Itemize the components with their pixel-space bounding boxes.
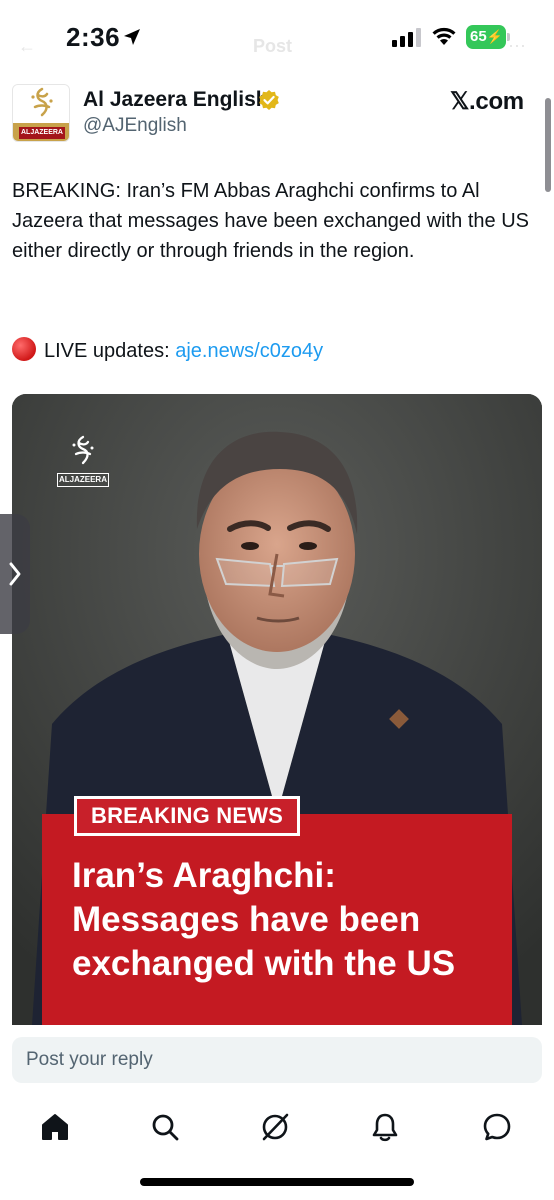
location-arrow-icon bbox=[124, 29, 140, 45]
source-label[interactable]: 𝕏.com bbox=[450, 87, 524, 116]
home-icon[interactable] bbox=[40, 1112, 70, 1142]
tweet-media-image[interactable]: ALJAZEERA BREAKING NEWS Iran’s Araghchi:… bbox=[12, 394, 542, 1025]
tweet-text: BREAKING: Iran’s FM Abbas Araghchi confi… bbox=[12, 180, 529, 262]
home-indicator[interactable] bbox=[140, 1178, 414, 1186]
ghost-back-icon[interactable]: ← bbox=[18, 36, 36, 57]
live-updates-label: LIVE updates: bbox=[44, 340, 170, 362]
battery-indicator: 65⚡ bbox=[466, 25, 510, 49]
ghost-more-icon[interactable]: ⋯ bbox=[508, 36, 526, 57]
battery-level: 65 bbox=[470, 28, 487, 45]
notifications-icon[interactable] bbox=[370, 1112, 400, 1142]
aljazeera-watermark-logo: ALJAZEERA bbox=[57, 434, 109, 487]
watermark-label: ALJAZEERA bbox=[57, 473, 109, 487]
ghost-page-title: Post bbox=[253, 36, 293, 56]
author-handle[interactable]: @AJEnglish bbox=[83, 115, 187, 137]
search-icon[interactable] bbox=[150, 1112, 180, 1142]
author-name[interactable]: Al Jazeera English bbox=[83, 88, 269, 112]
media-headline: Iran’s Araghchi: Messages have been exch… bbox=[72, 856, 456, 983]
avatar[interactable]: ALJAZEERA bbox=[12, 84, 70, 142]
bottom-nav bbox=[0, 1092, 554, 1162]
breaking-news-badge: BREAKING NEWS bbox=[74, 796, 301, 836]
red-circle-icon bbox=[12, 337, 36, 361]
side-panel-tab[interactable] bbox=[0, 514, 30, 634]
aljazeera-calligraphy-icon bbox=[72, 435, 94, 465]
wifi-icon bbox=[432, 27, 456, 45]
avatar-logo-label: ALJAZEERA bbox=[19, 127, 65, 139]
live-updates-line: LIVE updates: aje.news/c0zo4y bbox=[12, 336, 323, 366]
reply-input[interactable]: Post your reply bbox=[12, 1037, 542, 1083]
status-time: 2:36 bbox=[66, 22, 121, 52]
charging-bolt-icon: ⚡ bbox=[486, 29, 503, 44]
messages-icon[interactable] bbox=[482, 1112, 512, 1142]
chevron-right-icon bbox=[9, 562, 21, 586]
status-bar: ← Post ⋯ 2:36 65⚡ bbox=[0, 0, 554, 76]
aljazeera-calligraphy-logo bbox=[31, 87, 53, 117]
live-updates-link[interactable]: aje.news/c0zo4y bbox=[175, 340, 323, 362]
cellular-signal-icon bbox=[392, 28, 421, 47]
grok-icon[interactable] bbox=[260, 1112, 290, 1142]
scrollbar[interactable] bbox=[545, 98, 551, 192]
verified-badge-icon bbox=[259, 90, 279, 110]
